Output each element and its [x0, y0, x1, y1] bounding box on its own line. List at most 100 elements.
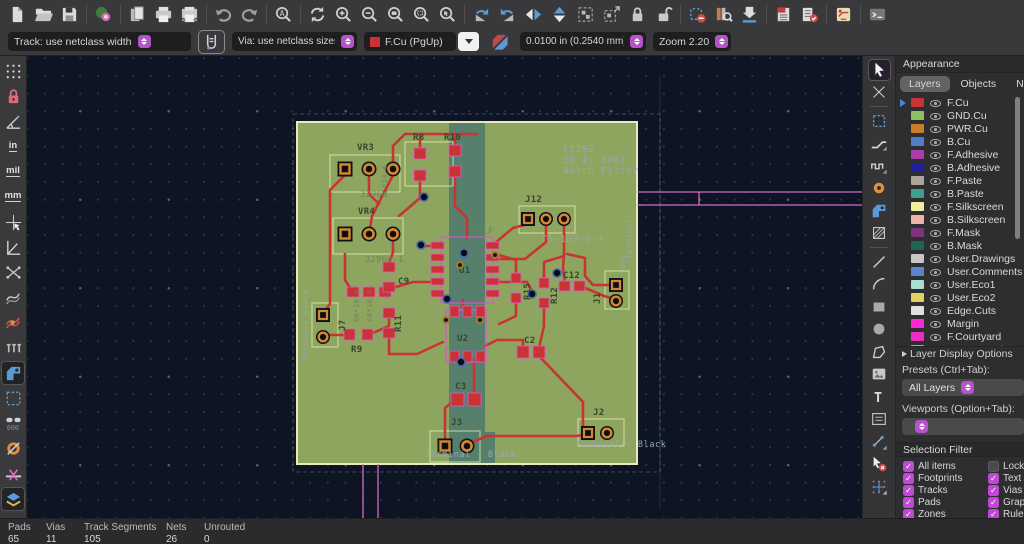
layer-color-swatch[interactable] [911, 176, 924, 185]
units-inches-button[interactable]: in [1, 135, 25, 159]
zoom-to-objects-button[interactable] [435, 2, 460, 26]
filter-graphics[interactable]: Graphics [988, 497, 1024, 508]
refresh-view-button[interactable] [305, 2, 330, 26]
footprint-library-browser-button[interactable] [711, 2, 736, 26]
filter-locked-items[interactable]: Locked items [988, 461, 1024, 472]
layer-color-swatch[interactable] [911, 202, 924, 211]
zoom-in-button[interactable] [331, 2, 356, 26]
visibility-eye-icon[interactable] [929, 136, 942, 148]
visibility-eye-icon[interactable] [929, 201, 942, 213]
layer-row[interactable]: Margin [896, 317, 1024, 330]
layer-row[interactable]: B.Paste [896, 187, 1024, 200]
net-inspector-button[interactable] [771, 2, 796, 26]
visibility-eye-icon[interactable] [929, 344, 942, 347]
save-button[interactable] [57, 2, 82, 26]
viewports-select[interactable] [902, 418, 1024, 435]
filter-all-items[interactable]: All items [903, 461, 956, 472]
add-zone-button[interactable] [868, 200, 891, 222]
filter-tracks[interactable]: Tracks [903, 485, 948, 496]
zone-fill-mode-button[interactable] [1, 361, 25, 385]
filter-vias[interactable]: Vias [988, 485, 1022, 496]
layer-row[interactable]: Edge.Cuts [896, 304, 1024, 317]
layer-row[interactable]: B.Silkscreen [896, 213, 1024, 226]
layer-color-swatch[interactable] [911, 280, 924, 289]
add-textbox-button[interactable] [868, 409, 891, 431]
layer-row[interactable]: User.Eco1 [896, 278, 1024, 291]
zoom-auto-button[interactable] [271, 2, 296, 26]
zone-outline-mode-button[interactable] [1, 386, 25, 410]
visibility-eye-icon[interactable] [929, 240, 942, 252]
drc-button[interactable] [797, 2, 822, 26]
print-button[interactable] [151, 2, 176, 26]
select-tool-button[interactable] [868, 59, 891, 81]
update-pcb-button[interactable] [737, 2, 762, 26]
grid-toggle-button[interactable] [1, 59, 25, 83]
filter-footprints[interactable]: Footprints [903, 473, 962, 484]
layer-row[interactable]: GND.Cu [896, 109, 1024, 122]
ungroup-button[interactable] [599, 2, 624, 26]
track-outline-mode-button[interactable] [1, 462, 25, 486]
layer-row[interactable]: F.Paste [896, 174, 1024, 187]
add-dimension-button[interactable] [868, 431, 891, 453]
visibility-eye-icon[interactable] [929, 110, 942, 122]
layer-row[interactable]: B.Cu [896, 135, 1024, 148]
layer-row[interactable]: F.Courtyard [896, 330, 1024, 343]
flip-vertical-button[interactable] [547, 2, 572, 26]
layer-row[interactable]: PWR.Cu [896, 122, 1024, 135]
tab-nets[interactable]: Nets [1007, 76, 1024, 92]
zoom-out-button[interactable] [357, 2, 382, 26]
highlight-net-button[interactable] [868, 82, 891, 104]
appearance-panel-toggle-button[interactable] [1, 487, 25, 511]
layer-row[interactable]: User.Eco2 [896, 291, 1024, 304]
visibility-eye-icon[interactable] [929, 279, 942, 291]
redo-button[interactable] [237, 2, 262, 26]
draw-circle-button[interactable] [868, 319, 891, 341]
layer-row[interactable]: F.Adhesive [896, 148, 1024, 161]
layer-color-swatch[interactable] [911, 124, 924, 133]
visibility-eye-icon[interactable] [929, 292, 942, 304]
delete-tool-button[interactable] [868, 454, 891, 476]
add-text-button[interactable] [868, 386, 891, 408]
add-image-button[interactable] [868, 364, 891, 386]
layer-row[interactable]: B.Courtyard [896, 343, 1024, 346]
filter-text[interactable]: Text [988, 473, 1021, 484]
route-tracks-button[interactable] [868, 133, 891, 155]
footprint-editor-button[interactable] [685, 2, 710, 26]
visibility-eye-icon[interactable] [929, 331, 942, 343]
layer-color-swatch[interactable] [911, 111, 924, 120]
local-ratsnest-button[interactable] [1, 311, 25, 335]
layer-color-swatch[interactable] [911, 137, 924, 146]
layer-color-swatch[interactable] [911, 241, 924, 250]
visibility-eye-icon[interactable] [929, 305, 942, 317]
layer-row[interactable]: F.Mask [896, 226, 1024, 239]
layer-color-swatch[interactable] [911, 189, 924, 198]
layer-row[interactable]: F.Cu [896, 96, 1024, 109]
board-statistics-button[interactable] [831, 2, 856, 26]
layer-color-swatch[interactable] [911, 150, 924, 159]
plot-button[interactable] [177, 2, 202, 26]
visibility-eye-icon[interactable] [929, 227, 942, 239]
layer-row[interactable]: User.Comments [896, 265, 1024, 278]
presets-select[interactable]: All Layers [902, 379, 1024, 396]
add-rule-area-button[interactable] [868, 223, 891, 245]
layer-color-swatch[interactable] [911, 332, 924, 341]
unlock-button[interactable] [651, 2, 676, 26]
zoom-select[interactable]: Zoom 2.20 [653, 32, 731, 51]
ratsnest-visibility-button[interactable] [1, 261, 25, 285]
layer-color-swatch[interactable] [911, 254, 924, 263]
layer-row[interactable]: F.Silkscreen [896, 200, 1024, 213]
grid-origin-button[interactable] [868, 476, 891, 498]
group-button[interactable] [573, 2, 598, 26]
visibility-eye-icon[interactable] [929, 175, 942, 187]
sketch-lock-button[interactable] [1, 84, 25, 108]
layer-row[interactable]: B.Mask [896, 239, 1024, 252]
visibility-eye-icon[interactable] [929, 214, 942, 226]
draw-rectangle-button[interactable] [868, 296, 891, 318]
via-size-select[interactable]: Via: use netclass sizes [232, 32, 357, 51]
layer-color-swatch[interactable] [911, 267, 924, 276]
layer-color-swatch[interactable] [911, 293, 924, 302]
draw-arc-button[interactable] [868, 274, 891, 296]
rotate-cw-button[interactable] [495, 2, 520, 26]
drawing-axes-button[interactable] [1, 235, 25, 259]
lock-button[interactable] [625, 2, 650, 26]
